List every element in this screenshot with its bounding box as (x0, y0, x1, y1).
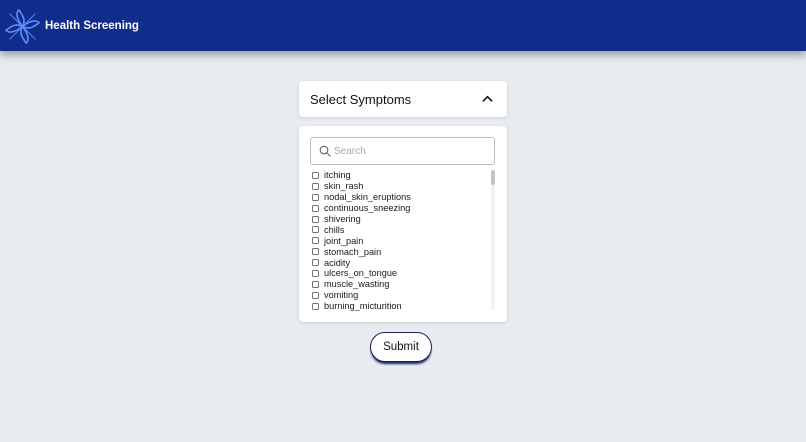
brand-title[interactable]: Health Screening (45, 20, 139, 32)
symptom-checkbox[interactable] (312, 226, 319, 234)
symptom-label: ulcers_on_tongue (324, 268, 398, 279)
symptom-option[interactable]: acidity (312, 257, 488, 268)
symptom-label: shivering (324, 214, 361, 224)
symptom-checkbox[interactable] (312, 237, 319, 245)
symptom-label: acidity (324, 257, 351, 268)
logo-icon[interactable] (4, 8, 41, 45)
symptom-label: continuous_sneezing (324, 203, 411, 214)
symptom-option[interactable]: skin_rash (312, 181, 488, 192)
symptom-option[interactable]: chills (312, 224, 488, 235)
dropdown-title: Select Symptoms (310, 92, 412, 107)
symptom-checkbox[interactable] (312, 259, 319, 267)
symptom-label: vomiting (324, 290, 359, 301)
symptom-option[interactable]: nodal_skin_eruptions (312, 192, 488, 203)
scrollbar[interactable] (491, 170, 495, 310)
search-icon (319, 145, 331, 157)
symptom-checkbox[interactable] (312, 182, 319, 190)
symptom-option[interactable]: stomach_pain (312, 246, 488, 257)
symptom-checkbox[interactable] (312, 193, 319, 201)
symptom-checkbox[interactable] (312, 302, 319, 310)
symptom-label: joint_pain (324, 235, 364, 246)
symptom-checkbox[interactable] (312, 171, 319, 179)
symptom-checkbox[interactable] (312, 248, 319, 256)
symptoms-dropdown-toggle[interactable]: Select Symptoms (299, 81, 507, 117)
scrollbar-thumb[interactable] (491, 170, 495, 185)
chevron-up-icon (482, 95, 493, 102)
symptom-option[interactable]: joint_pain (312, 235, 488, 246)
symptom-option[interactable]: itching (312, 170, 488, 181)
symptom-option[interactable]: vomiting (312, 290, 488, 301)
symptoms-panel: itchingskin_rashnodal_skin_eruptionscont… (299, 126, 507, 322)
symptom-label: itching (324, 170, 351, 181)
search-box[interactable] (310, 137, 495, 165)
symptom-option[interactable]: burning_micturition (312, 301, 488, 311)
symptom-list: itching skin_rash nodal_skin_eruptions cont… (312, 170, 488, 311)
symptom-checkbox[interactable] (312, 269, 319, 277)
symptom-label: muscle_wasting (324, 279, 390, 290)
symptom-label: burning_micturition (324, 301, 402, 311)
symptom-option[interactable]: muscle_wasting (312, 279, 488, 290)
symptom-label: stomach_pain (324, 246, 382, 257)
symptom-label: nodal_skin_eruptions (324, 192, 411, 203)
symptom-checkbox[interactable] (312, 280, 319, 288)
symptom-label: skin_rash (324, 181, 364, 192)
symptom-checkbox[interactable] (312, 291, 319, 299)
submit-button[interactable]: Submit (370, 332, 432, 362)
symptom-checkbox[interactable] (312, 215, 319, 223)
search-input[interactable] (334, 141, 489, 161)
symptom-option[interactable]: continuous_sneezing (312, 203, 488, 214)
navbar: Health Screening (0, 0, 806, 51)
symptom-option[interactable]: ulcers_on_tongue (312, 268, 488, 279)
symptom-checkbox[interactable] (312, 204, 319, 212)
symptom-label: chills (324, 224, 345, 235)
symptom-option[interactable]: shivering (312, 214, 488, 225)
